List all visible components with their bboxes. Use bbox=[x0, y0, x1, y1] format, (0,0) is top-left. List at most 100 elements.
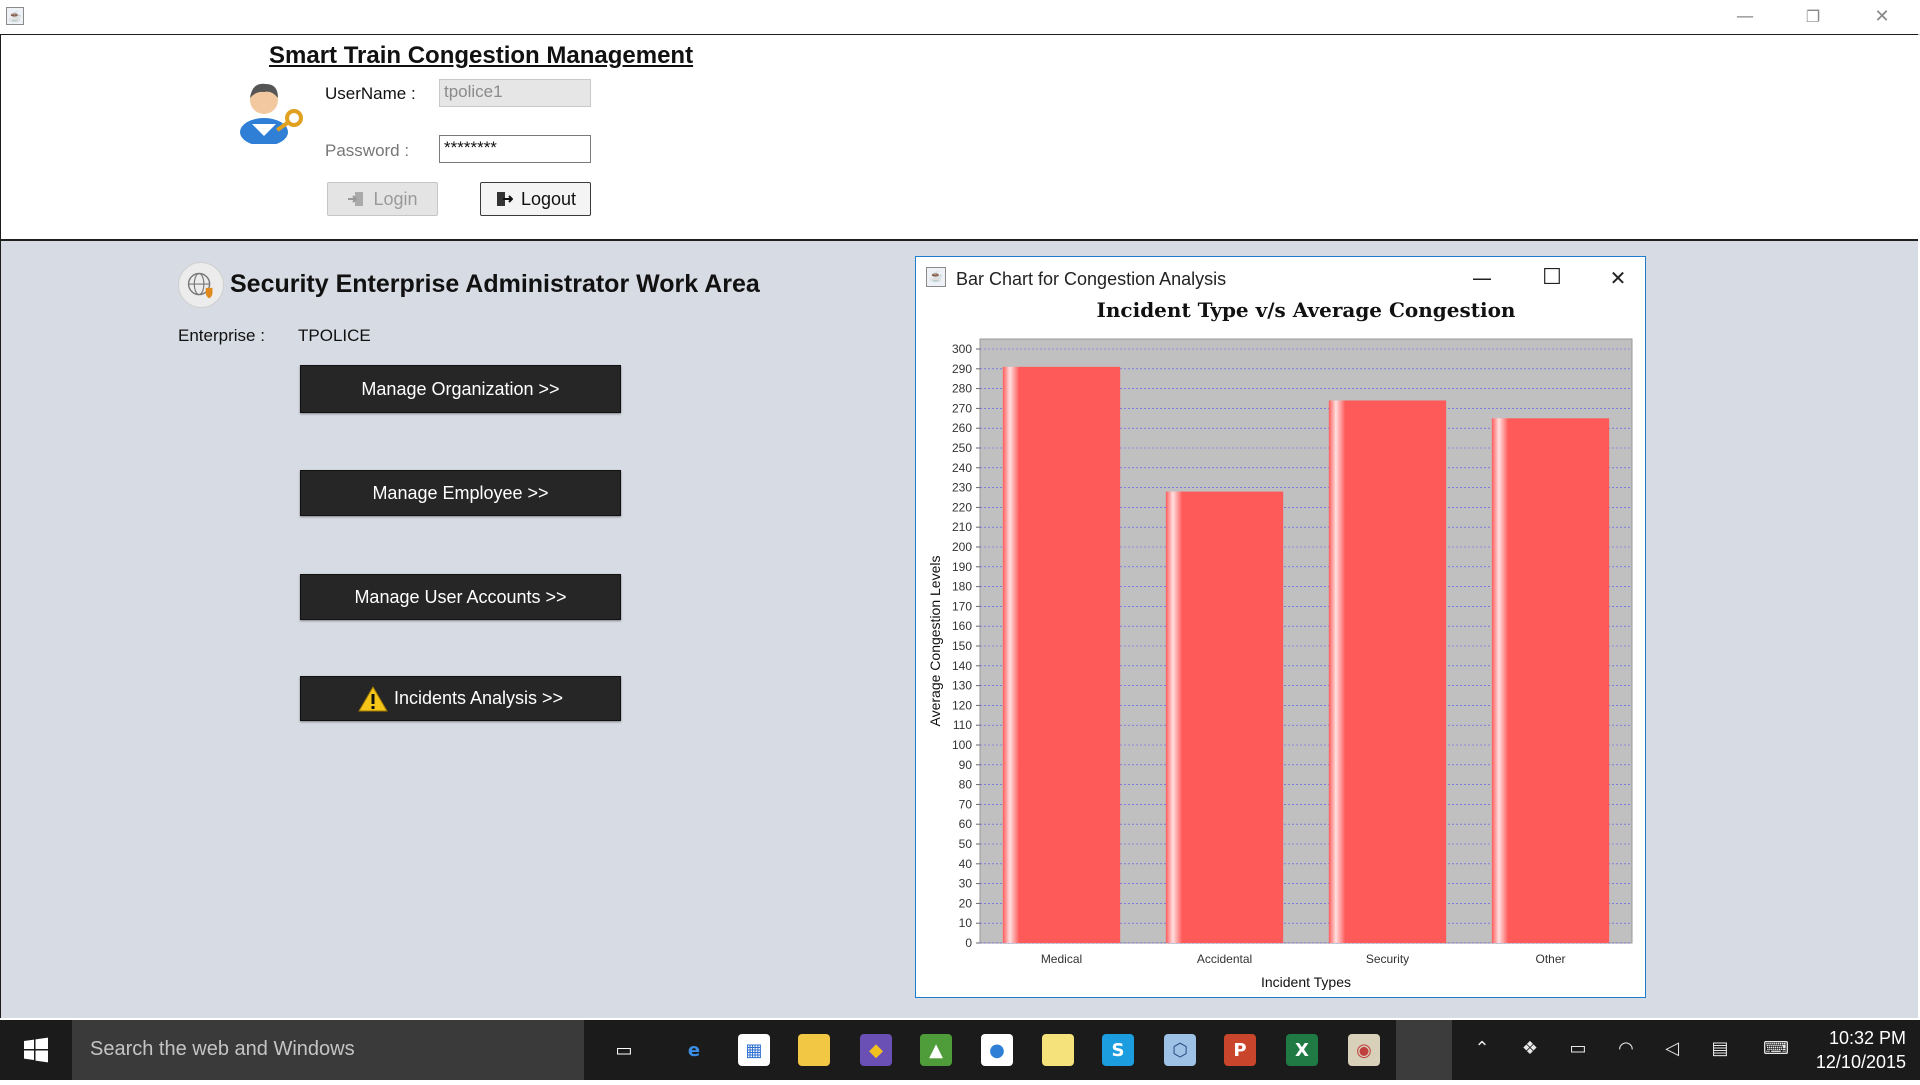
login-label: Login bbox=[373, 188, 418, 209]
manage-user-accounts-label: Manage User Accounts >> bbox=[354, 586, 567, 607]
photo-app-icon[interactable]: ▲ bbox=[920, 1034, 952, 1066]
y-tick-label: 230 bbox=[952, 481, 972, 495]
restore-button[interactable]: ❐ bbox=[1783, 0, 1843, 34]
keyboard-icon[interactable]: ⌨ bbox=[1758, 1038, 1794, 1062]
y-tick-label: 160 bbox=[952, 619, 972, 633]
username-label: UserName : bbox=[325, 84, 416, 103]
y-tick-label: 170 bbox=[952, 599, 972, 613]
y-tick-label: 30 bbox=[959, 877, 973, 891]
y-tick-label: 280 bbox=[952, 382, 972, 396]
y-tick-label: 110 bbox=[953, 718, 972, 732]
virtualbox-icon[interactable]: ⬡ bbox=[1164, 1034, 1196, 1066]
y-tick-label: 20 bbox=[959, 896, 973, 910]
wifi-icon[interactable]: ◠ bbox=[1614, 1038, 1638, 1062]
excel-icon[interactable]: X bbox=[1286, 1034, 1318, 1066]
search-box[interactable]: Search the web and Windows bbox=[72, 1020, 584, 1080]
file-explorer-icon[interactable] bbox=[798, 1034, 830, 1066]
y-tick-label: 50 bbox=[959, 837, 973, 851]
bar-chart: Incident Type v/s Average Congestion 0 10 2… bbox=[927, 298, 1633, 990]
manage-organization-button[interactable]: Manage Organization >> bbox=[300, 365, 621, 413]
chart-window: ☕ Bar Chart for Congestion Analysis — ☐ … bbox=[915, 256, 1646, 998]
incidents-analysis-button[interactable]: Incidents Analysis >> bbox=[300, 676, 621, 721]
y-tick-label: 190 bbox=[952, 560, 972, 574]
bar-security bbox=[1328, 400, 1447, 943]
logout-button[interactable]: Logout bbox=[480, 182, 591, 216]
volume-icon[interactable]: ◁ bbox=[1660, 1038, 1684, 1062]
login-button[interactable]: Login bbox=[327, 182, 438, 216]
y-tick-label: 90 bbox=[959, 758, 973, 772]
y-tick-label: 270 bbox=[952, 401, 972, 415]
task-view-icon[interactable]: ▭ bbox=[608, 1034, 640, 1066]
y-tick-label: 70 bbox=[959, 797, 973, 811]
y-tick-label: 10 bbox=[959, 916, 973, 930]
store-icon[interactable]: ▦ bbox=[738, 1034, 770, 1066]
minimize-button[interactable]: — bbox=[1715, 0, 1775, 34]
enterprise-value: TPOLICE bbox=[298, 326, 371, 345]
clock-date: 12/10/2015 bbox=[1815, 1052, 1906, 1072]
x-tick-label: Security bbox=[1366, 952, 1409, 966]
y-tick-label: 300 bbox=[952, 342, 972, 356]
y-tick-label: 80 bbox=[959, 778, 973, 792]
y-tick-label: 220 bbox=[952, 500, 972, 514]
manage-employee-button[interactable]: Manage Employee >> bbox=[300, 470, 621, 516]
search-placeholder: Search the web and Windows bbox=[90, 1038, 355, 1060]
start-button[interactable] bbox=[0, 1020, 72, 1080]
chrome-icon[interactable]: ● bbox=[981, 1034, 1013, 1066]
dropbox-icon[interactable]: ❖ bbox=[1518, 1038, 1542, 1062]
y-tick-label: 200 bbox=[952, 540, 972, 554]
x-tick-label: Other bbox=[1535, 952, 1565, 966]
enterprise-label: Enterprise : bbox=[178, 326, 265, 345]
incidents-analysis-label: Incidents Analysis >> bbox=[393, 688, 564, 708]
powerpoint-icon[interactable]: P bbox=[1224, 1034, 1256, 1066]
battery-icon[interactable]: ▭ bbox=[1566, 1038, 1590, 1062]
y-tick-label: 120 bbox=[952, 698, 972, 712]
login-icon bbox=[348, 192, 364, 206]
y-tick-label: 100 bbox=[952, 738, 972, 752]
windows-logo-icon bbox=[24, 1037, 48, 1063]
app-title: Smart Train Congestion Management bbox=[269, 42, 694, 69]
paint-icon[interactable]: ◉ bbox=[1348, 1034, 1380, 1066]
chart-title: Incident Type v/s Average Congestion bbox=[1097, 298, 1516, 322]
manage-employee-label: Manage Employee >> bbox=[372, 482, 549, 503]
y-tick-label: 290 bbox=[952, 362, 972, 376]
y-tick-label: 180 bbox=[952, 580, 972, 594]
work-area-title: Security Enterprise Administrator Work A… bbox=[230, 270, 760, 298]
security-globe-icon bbox=[178, 262, 224, 308]
password-label: Password : bbox=[325, 141, 410, 160]
action-center-icon[interactable]: ▤ bbox=[1708, 1038, 1732, 1062]
y-tick-label: 260 bbox=[952, 421, 972, 435]
y-tick-label: 240 bbox=[952, 461, 972, 475]
skype-icon[interactable]: S bbox=[1102, 1034, 1134, 1066]
sticky-notes-icon[interactable] bbox=[1042, 1034, 1074, 1066]
system-clock[interactable]: 10:32 PM 12/10/2015 bbox=[1816, 1026, 1906, 1074]
y-axis-label: Average Congestion Levels bbox=[927, 556, 943, 727]
main-title-bar: ☕ — ❐ ✕ bbox=[0, 0, 1920, 35]
java-taskbar-highlight bbox=[1396, 1020, 1452, 1080]
x-tick-label: Accidental bbox=[1197, 952, 1252, 966]
show-hidden-icons-icon[interactable]: ⌃ bbox=[1470, 1038, 1494, 1062]
manage-user-accounts-button[interactable]: Manage User Accounts >> bbox=[300, 574, 621, 620]
y-tick-label: 150 bbox=[952, 639, 972, 653]
logout-label: Logout bbox=[520, 188, 577, 209]
x-tick-label: Medical bbox=[1041, 952, 1082, 966]
git-icon[interactable]: ◆ bbox=[860, 1034, 892, 1066]
java-app-icon[interactable]: ☕ bbox=[6, 7, 24, 25]
edge-icon[interactable]: e bbox=[678, 1034, 710, 1066]
clock-time: 10:32 PM bbox=[1828, 1028, 1906, 1048]
username-field[interactable]: tpolice1 bbox=[439, 79, 591, 107]
manage-organization-label: Manage Organization >> bbox=[361, 378, 560, 399]
bar-medical bbox=[1002, 366, 1121, 943]
y-tick-label: 210 bbox=[952, 520, 972, 534]
close-button[interactable]: ✕ bbox=[1852, 0, 1912, 34]
y-tick-label: 250 bbox=[952, 441, 972, 455]
user-key-icon bbox=[240, 83, 303, 144]
y-tick-label: 130 bbox=[952, 679, 972, 693]
bar-accidental bbox=[1165, 491, 1284, 943]
bar-other bbox=[1491, 418, 1610, 943]
warning-icon bbox=[358, 685, 388, 711]
y-tick-label: 40 bbox=[959, 857, 973, 871]
y-tick-label: 60 bbox=[959, 817, 973, 831]
taskbar: Search the web and Windows ▭e▦◆▲●S⬡PX◉☕ … bbox=[0, 1020, 1920, 1080]
password-field[interactable]: ******** bbox=[439, 135, 591, 163]
x-axis-label: Incident Types bbox=[1261, 974, 1351, 990]
